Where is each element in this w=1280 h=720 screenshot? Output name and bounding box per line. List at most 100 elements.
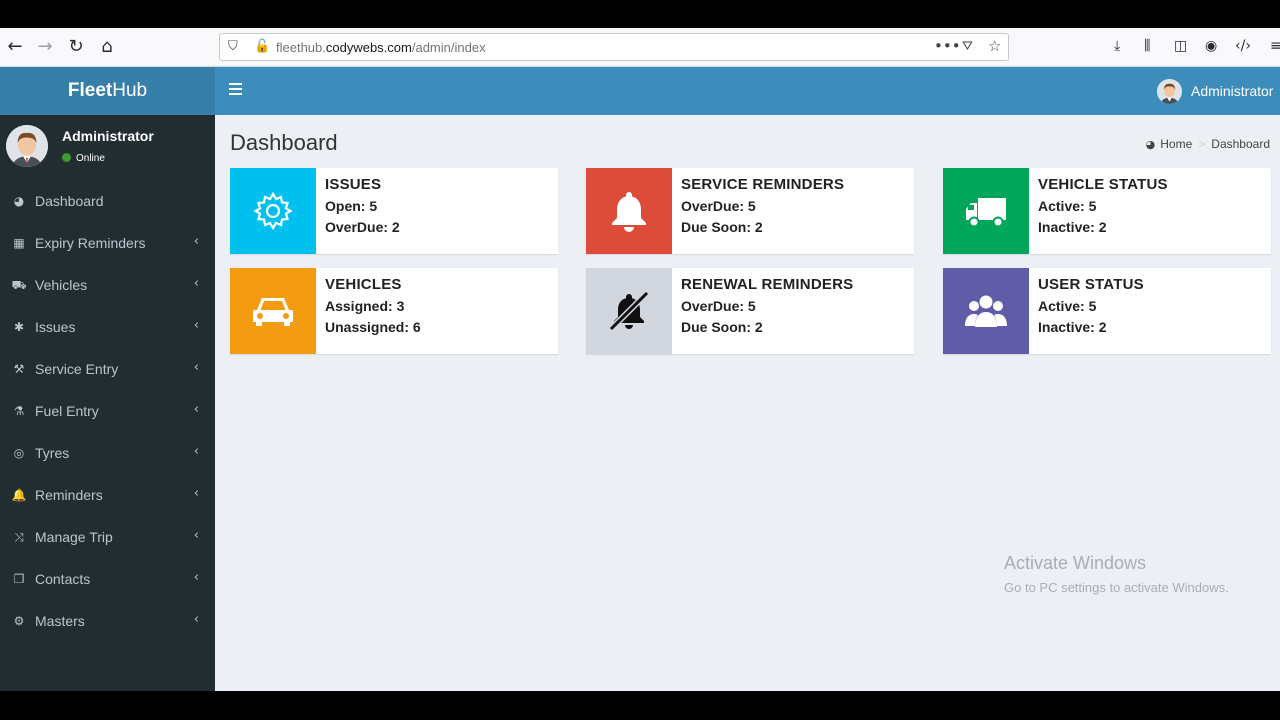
dashboard-icon: ◕ [13, 194, 25, 208]
avatar [6, 125, 48, 167]
users-icon [943, 268, 1029, 354]
sidebar-item-label: Expiry Reminders [35, 235, 146, 251]
sidebar-item-tyres[interactable]: ◎ Tyres ‹ [0, 433, 215, 475]
breadcrumb-home-link[interactable]: Home [1160, 137, 1192, 151]
copy-icon: ❐ [13, 572, 25, 586]
sidebar-item-label: Dashboard [35, 193, 104, 209]
info-box-title: ISSUES [325, 176, 382, 193]
sidebar-item-label: Manage Trip [35, 529, 113, 545]
sidebar-item-expiry-reminders[interactable]: ▦ Expiry Reminders ‹ [0, 223, 215, 265]
dashboard-icon: ◕ [1145, 138, 1156, 151]
chevron-left-icon: ‹ [193, 318, 199, 333]
breadcrumb-current: Dashboard [1211, 137, 1270, 151]
sidebar-item-label: Issues [35, 319, 76, 335]
chevron-left-icon: ‹ [193, 528, 199, 543]
chevron-left-icon: ‹ [193, 276, 199, 291]
bell-icon [586, 168, 672, 254]
user-panel: Administrator Online [0, 115, 215, 181]
brand-logo[interactable]: FleetHub [0, 67, 215, 115]
pocket-icon[interactable]: ⛛ [962, 39, 973, 54]
sidebar-item-dashboard[interactable]: ◕ Dashboard [0, 181, 215, 223]
info-box-line: Open: 5 [325, 198, 378, 214]
info-box-line: Active: 5 [1038, 298, 1097, 314]
chevron-left-icon: ‹ [193, 444, 199, 459]
info-box-line: Due Soon: 2 [681, 219, 763, 235]
info-box-service-reminders: SERVICE REMINDERS OverDue: 5 Due Soon: 2 [586, 168, 914, 254]
info-box-line: OverDue: 5 [681, 298, 756, 314]
sidebar-menu: ◕ Dashboard ▦ Expiry Reminders ‹ ⛟ Vehicles ‹ ✱ I… [0, 181, 215, 643]
bell-slash-icon [586, 268, 672, 354]
sidebar-item-vehicles[interactable]: ⛟ Vehicles ‹ [0, 265, 215, 307]
download-icon[interactable]: ⤓ [1114, 38, 1120, 54]
chevron-left-icon: ‹ [193, 360, 199, 375]
info-box-issues: ISSUES Open: 5 OverDue: 2 [230, 168, 558, 254]
top-user-name[interactable]: Administrator [1191, 83, 1273, 99]
truck-icon: ⛟ [11, 278, 27, 292]
account-icon[interactable]: ◉ [1205, 38, 1217, 54]
gear-icon [230, 168, 316, 254]
top-avatar[interactable] [1157, 79, 1182, 104]
info-box-vehicles: VEHICLES Assigned: 3 Unassigned: 6 [230, 268, 558, 354]
bug-icon: ✱ [13, 320, 25, 334]
library-icon[interactable]: ⫼ [1144, 38, 1150, 54]
online-dot-icon [62, 153, 71, 162]
info-box-line: Inactive: 2 [1038, 319, 1107, 335]
sidebar: FleetHub Administrator Online ◕ Dashboard… [0, 67, 215, 691]
sidebar-item-label: Tyres [35, 445, 70, 461]
menu-icon[interactable]: ≡ [1270, 38, 1280, 54]
devtools-icon[interactable]: ‹/› [1235, 38, 1251, 54]
shield-icon[interactable]: ⛉ [228, 39, 238, 54]
wrench-icon: ⚒ [13, 362, 25, 376]
sidebar-item-contacts[interactable]: ❐ Contacts ‹ [0, 559, 215, 601]
top-navbar: Administrator [215, 67, 1280, 115]
back-icon[interactable]: ← [4, 36, 26, 58]
info-box-line: Due Soon: 2 [681, 319, 763, 335]
sidebar-item-service-entry[interactable]: ⚒ Service Entry ‹ [0, 349, 215, 391]
sidebar-item-fuel-entry[interactable]: ⚗ Fuel Entry ‹ [0, 391, 215, 433]
bookmark-star-icon[interactable]: ☆ [988, 37, 1001, 55]
sidebar-item-label: Reminders [35, 487, 103, 503]
info-box-vehicle-status: VEHICLE STATUS Active: 5 Inactive: 2 [943, 168, 1271, 254]
sidebar-item-label: Vehicles [35, 277, 88, 293]
chevron-left-icon: ‹ [193, 402, 199, 417]
sidebar-item-label: Service Entry [35, 361, 119, 377]
life-ring-icon: ◎ [13, 446, 25, 460]
info-box-line: OverDue: 5 [681, 198, 756, 214]
sidebar-item-reminders[interactable]: 🔔 Reminders ‹ [0, 475, 215, 517]
url-bar[interactable]: ⛉ 🔓 fleethub.codywebs.com/admin/index ••… [219, 33, 1009, 61]
chevron-left-icon: ‹ [193, 234, 199, 249]
insecure-lock-icon[interactable]: 🔓 [254, 39, 270, 54]
car-icon [230, 268, 316, 354]
flask-icon: ⚗ [13, 404, 25, 418]
sidebar-item-manage-trip[interactable]: ⤨ Manage Trip ‹ [0, 517, 215, 559]
sidebar-toggle-icon[interactable]: ◫ [1174, 38, 1187, 54]
info-box-line: Active: 5 [1038, 198, 1097, 214]
windows-activation-watermark: Activate Windows Go to PC settings to ac… [1004, 553, 1229, 595]
info-box-line: Unassigned: 6 [325, 319, 421, 335]
sidebar-item-label: Contacts [35, 571, 91, 587]
more-icon[interactable]: ••• [934, 37, 961, 55]
info-box-title: USER STATUS [1038, 276, 1144, 293]
info-box-line: Assigned: 3 [325, 298, 405, 314]
reload-icon[interactable]: ↻ [65, 36, 87, 58]
info-box-user-status: USER STATUS Active: 5 Inactive: 2 [943, 268, 1271, 354]
chevron-left-icon: ‹ [193, 612, 199, 627]
breadcrumb-separator: > [1198, 137, 1206, 151]
gear-icon: ⚙ [13, 614, 25, 628]
forward-icon[interactable]: → [34, 36, 56, 58]
info-box-title: VEHICLES [325, 276, 402, 293]
page-title: Dashboard [230, 130, 338, 155]
sidebar-item-issues[interactable]: ✱ Issues ‹ [0, 307, 215, 349]
info-box-line: OverDue: 2 [325, 219, 400, 235]
info-box-line: Inactive: 2 [1038, 219, 1107, 235]
home-icon[interactable]: ⌂ [96, 36, 118, 58]
chevron-left-icon: ‹ [193, 486, 199, 501]
url-text[interactable]: fleethub.codywebs.com/admin/index [276, 40, 486, 55]
calendar-icon: ▦ [13, 236, 25, 250]
truck-icon [943, 168, 1029, 254]
sidebar-toggle-hamburger-icon[interactable] [229, 83, 242, 95]
sidebar-item-label: Fuel Entry [35, 403, 99, 419]
sidebar-item-masters[interactable]: ⚙ Masters ‹ [0, 601, 215, 643]
breadcrumb: ◕ Home > Dashboard [1146, 137, 1270, 151]
info-box-title: RENEWAL REMINDERS [681, 276, 854, 293]
